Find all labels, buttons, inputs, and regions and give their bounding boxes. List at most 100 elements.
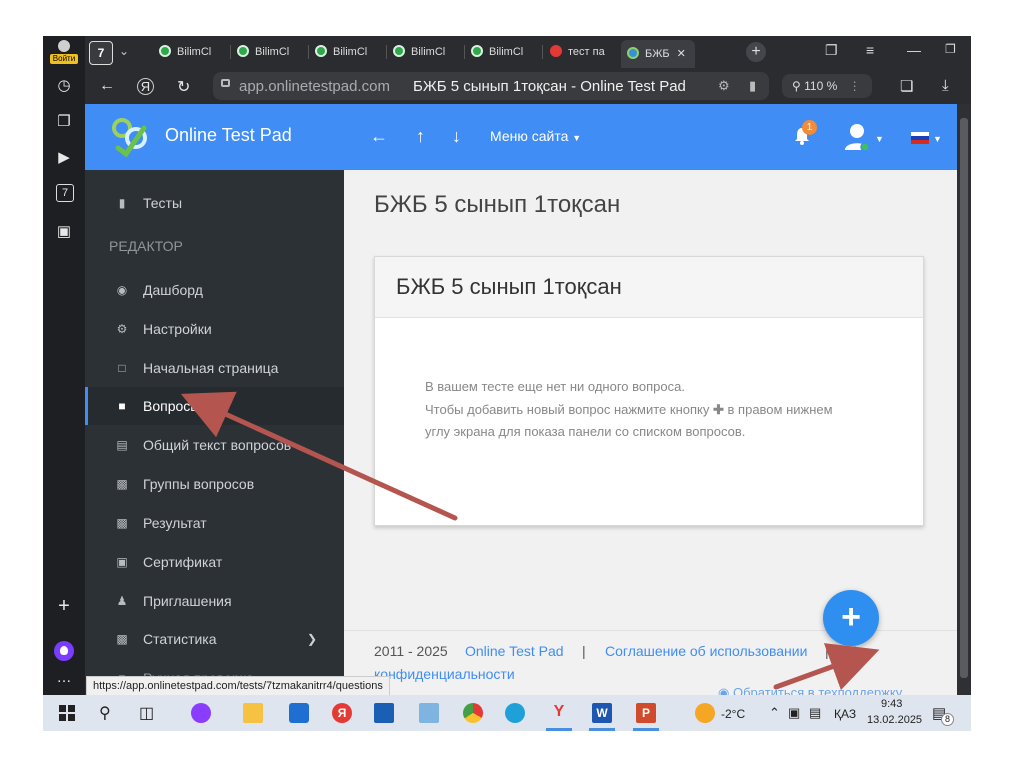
reading-mode-icon[interactable]: ❏ [900,77,913,95]
yandex-app-icon[interactable]: Я [332,703,352,723]
russian-flag-icon[interactable] [911,132,929,144]
screen: Войти ◷ ❐ ▶ 7 ▣ + … 7 ⌄ BilimCl BilimCl … [43,36,971,731]
mail-icon[interactable] [374,703,394,723]
tabs-menu-icon[interactable]: ❐ [825,42,838,59]
sidebar-item-certificate[interactable]: ▣ Сертификат [85,543,344,581]
sidebar-item-dashboard[interactable]: ◉ Дашборд [85,271,344,309]
edge-icon[interactable] [505,703,525,723]
weather-temperature[interactable]: -2°C [721,707,745,721]
network-icon[interactable]: ▤ [809,705,821,721]
tab-count-button[interactable]: 7 [89,41,113,65]
active-app-indicator [546,728,572,731]
minimize-icon[interactable]: — [907,42,921,58]
sidebar-item-tests[interactable]: ▮ Тесты [85,184,344,222]
add-panel-icon[interactable]: + [54,596,74,616]
onlinetestpad-logo[interactable] [106,114,152,160]
store-icon[interactable] [289,703,309,723]
site-menu-dropdown[interactable]: Меню сайта ▼ [490,128,581,144]
zoom-icon: ⚲ [792,79,801,93]
sidebar-item-start-page[interactable]: □ Начальная страница [85,349,344,387]
sidebar-item-common-text[interactable]: ▤ Общий текст вопросов [85,426,344,464]
download-icon[interactable]: ⤓ [942,77,949,94]
tab-bilimclass-3[interactable]: BilimCl [315,42,383,62]
brand-name[interactable]: Online Test Pad [165,125,292,146]
login-button[interactable]: Войти [50,40,78,68]
chevron-down-icon[interactable]: ⌄ [119,44,129,58]
caret-down-icon: ▼ [875,134,884,144]
tabs-count-icon[interactable]: 7 [56,184,74,202]
scrollbar[interactable] [957,104,971,695]
zoom-indicator[interactable]: ⚲ 110 % ⋮ [782,74,872,98]
user-icon [58,40,70,52]
back-arrow-icon[interactable]: ← [370,126,388,147]
sidebar-item-questions[interactable]: ■ Вопросы [85,387,344,425]
bookmark-icon[interactable]: ▮ [749,78,756,94]
search-icon[interactable]: ⚲ [99,703,119,723]
reload-icon[interactable]: ↻ [177,77,190,97]
play-icon[interactable]: ▶ [54,148,74,168]
tab-bilimclass-1[interactable]: BilimCl [159,42,227,62]
tab-label: BilimCl [411,46,446,58]
site-menu-label: Меню сайта [490,128,569,144]
file-explorer-icon[interactable] [243,703,263,723]
message-text: в правом нижнем [727,402,833,417]
lock-icon [221,79,230,87]
tab-bilimclass-4[interactable]: BilimCl [393,42,461,62]
zoom-value: 110 % [804,79,838,93]
language-indicator[interactable]: ҚАЗ [834,707,856,721]
tab-label: тест па [568,46,605,58]
hamburger-icon[interactable]: ≡ [866,42,874,58]
alice-assistant-icon[interactable] [54,641,74,661]
task-view-icon[interactable]: ◫ [139,703,159,723]
tab-active-bzb[interactable]: БЖБ ✕ [621,40,695,68]
yandex-browser-icon[interactable]: Y [549,703,569,723]
chevron-up-icon[interactable]: ⌃ [769,705,780,721]
yandex-icon[interactable]: Я [137,78,154,95]
address-bar-row: ← Я ↻ app.onlinetestpad.com БЖБ 5 сынып … [85,68,971,104]
powerpoint-icon[interactable]: P [636,703,656,723]
sidebar-item-result[interactable]: ▩ Результат [85,504,344,542]
alice-taskbar-icon[interactable] [191,703,211,723]
tab-bilimclass-5[interactable]: BilimCl [471,42,539,62]
app-icon[interactable] [419,703,439,723]
arrow-up-icon[interactable]: ↑ [416,126,425,147]
more-vertical-icon[interactable]: ⋮ [849,79,861,93]
tab-label: БЖБ [645,48,670,60]
footer-privacy-link[interactable]: конфиденциальности [374,666,515,682]
collections-icon[interactable]: ❐ [54,112,74,132]
add-question-button[interactable]: + [823,590,879,646]
chevron-right-icon: ❯ [307,632,318,646]
sidebar-item-invitations[interactable]: ♟ Приглашения [85,582,344,620]
sidebar-item-settings[interactable]: ⚙ Настройки [85,310,344,348]
translate-icon[interactable]: ⚙ [718,78,730,94]
question-icon: ■ [118,399,126,413]
restore-icon[interactable]: ❐ [945,42,956,56]
word-icon[interactable]: W [592,703,612,723]
more-icon[interactable]: … [54,668,74,688]
chrome-icon[interactable] [463,703,483,723]
sidebar-section-heading: РЕДАКТОР [109,238,183,254]
footer-brand-link[interactable]: Online Test Pad [465,643,564,659]
scrollbar-thumb[interactable] [960,118,968,678]
tab-bilimclass-2[interactable]: BilimCl [237,42,305,62]
clock-date[interactable]: 13.02.2025 [867,714,922,726]
windows-start-icon[interactable] [57,703,77,723]
sidebar-item-statistics[interactable]: ▩ Статистика ❯ [85,620,344,658]
url-field[interactable]: app.onlinetestpad.com БЖБ 5 сынып 1тоқса… [213,72,769,100]
user-avatar-icon[interactable] [843,122,879,152]
clock-time[interactable]: 9:43 [881,698,902,710]
back-arrow-icon[interactable]: ← [99,77,115,95]
tray-icon[interactable]: ▣ [788,705,800,721]
close-icon[interactable]: ✕ [677,48,686,60]
tab-yandex-search[interactable]: тест па [550,42,616,62]
sidebar-item-question-groups[interactable]: ▩ Группы вопросов [85,465,344,503]
url-text: app.onlinetestpad.com [239,78,390,95]
screenshot-icon[interactable]: ▣ [54,222,74,242]
footer-agreement-link[interactable]: Соглашение об использовании [605,643,807,659]
new-tab-button[interactable]: + [746,42,766,62]
arrow-down-icon[interactable]: ↓ [452,126,461,147]
tab-label: BilimCl [177,46,212,58]
login-label: Войти [50,54,78,64]
active-app-indicator [633,728,659,731]
history-icon[interactable]: ◷ [54,76,74,96]
